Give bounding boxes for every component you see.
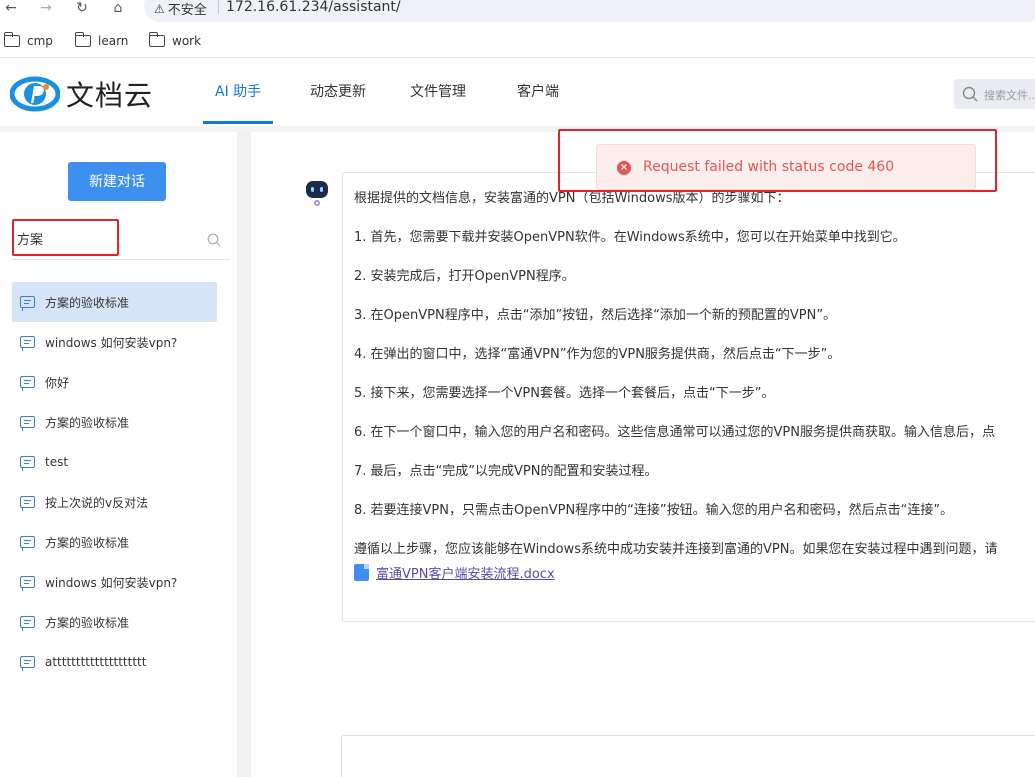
search-icon [962,86,978,102]
error-toast: × Request failed with status code 460 [596,144,976,190]
bookmarks-bar: cmp learn work [0,28,1035,58]
search-icon[interactable] [207,233,221,247]
conversation-title: test [45,455,69,469]
logo[interactable]: 文档云 [10,74,153,114]
conversation-search-input[interactable] [17,231,197,246]
reload-icon[interactable]: ↻ [73,0,91,16]
attachment-link[interactable]: 富通VPN客户端安装流程.docx [376,563,555,582]
security-label: 不安全 [167,3,207,18]
tab-client[interactable]: 客户端 [517,82,559,126]
attachment: 富通VPN客户端安装流程.docx [354,563,555,582]
conversation-title: 按上次说的v反对法 [45,495,149,510]
back-arrow-icon[interactable]: ← [2,0,20,16]
conversation-title: 方案的验收标准 [45,615,130,630]
header-search-input[interactable]: 搜索文件... [954,79,1035,109]
url-text[interactable]: 172.16.61.234/assistant/ [226,0,401,15]
search-placeholder: 搜索文件... [984,89,1035,102]
browser-address-bar: ← → ↻ ⌂ ⚠ 不安全 172.16.61.234/assistant/ [0,0,1035,22]
url-divider [218,0,219,14]
list-item[interactable]: windows 如何安装vpn? [12,322,217,362]
tab-updates[interactable]: 动态更新 [310,82,366,126]
new-chat-button[interactable]: 新建对话 [68,162,166,201]
robot-avatar-icon [306,181,328,206]
conversation-title: 方案的验收标准 [45,415,130,430]
bookmark-learn[interactable]: learn [74,32,129,48]
conversation-title: windows 如何安装vpn? [45,335,178,350]
folder-icon [148,32,165,47]
folder-icon [3,32,20,47]
conversation-list: 方案的验收标准 windows 如何安装vpn? 你好 方案的验收标准 test… [12,282,217,682]
answer-step: 6. 在下一个窗口中，输入您的用户名和密码。这些信息通常可以通过您的VPN服务提… [354,425,995,440]
list-item[interactable]: 按上次说的v反对法 [12,482,217,522]
answer-step: 7. 最后，点击“完成”以完成VPN的配置和安装过程。 [354,464,658,479]
assistant-answer-card: 根据提供的文档信息，安装富通的VPN（包括Windows版本）的步骤如下： 1.… [342,172,1035,622]
logo-text: 文档云 [66,79,154,112]
conversation-title: 方案的验收标准 [45,295,130,310]
chat-bubble-icon [20,616,35,631]
active-tab-indicator [203,121,273,124]
error-icon: × [617,161,631,175]
forward-arrow-icon[interactable]: → [37,0,55,16]
message-input[interactable] [341,735,1035,777]
answer-step: 2. 安装完成后，打开OpenVPN程序。 [354,269,575,284]
chat-bubble-icon [20,576,35,591]
bookmark-label: learn [98,34,129,48]
list-item[interactable]: test [12,442,217,482]
chat-bubble-icon [20,416,35,431]
tab-file-management[interactable]: 文件管理 [410,82,466,126]
conversation-search [12,220,230,260]
chat-bubble-icon [20,376,35,391]
answer-step: 3. 在OpenVPN程序中，点击“添加”按钮，然后选择“添加一个新的预配置的V… [354,308,837,323]
bookmark-work[interactable]: work [148,32,202,48]
chat-bubble-icon [20,536,35,551]
folder-icon [74,32,91,47]
warning-triangle-icon: ⚠ [154,1,165,16]
toast-message: Request failed with status code 460 [643,159,895,175]
list-item[interactable]: 方案的验收标准 [12,282,217,322]
sidebar: 新建对话 方案的验收标准 windows 如何安装vpn? 你好 方案的验收标准… [0,132,237,777]
bookmark-label: cmp [27,34,53,48]
answer-conclusion: 遵循以上步骤，您应该能够在Windows系统中成功安装并连接到富通的VPN。如果… [354,542,998,557]
chat-bubble-icon [20,456,35,471]
answer-step: 5. 接下来，您需要选择一个VPN套餐。选择一个套餐后，点击“下一步”。 [354,386,775,401]
answer-step: 8. 若要连接VPN，只需点击OpenVPN程序中的“连接”按钮。输入您的用户名… [354,503,954,518]
chat-bubble-icon [20,296,35,311]
sidebar-scrollbar[interactable] [237,132,251,777]
bookmark-cmp[interactable]: cmp [3,32,53,48]
logo-mark-icon [10,76,60,112]
conversation-title: 你好 [45,375,70,390]
list-item[interactable]: 方案的验收标准 [12,402,217,442]
answer-step: 1. 首先，您需要下载并安装OpenVPN软件。在Windows系统中，您可以在… [354,230,906,245]
home-icon[interactable]: ⌂ [109,0,127,16]
app-header: 文档云 AI 助手 动态更新 文件管理 客户端 搜索文件... [0,64,1035,126]
list-item[interactable]: windows 如何安装vpn? [12,562,217,602]
conversation-title: atttttttttttttttttttt [45,655,147,669]
security-indicator[interactable]: ⚠ 不安全 [154,0,207,19]
list-item[interactable]: atttttttttttttttttttt [12,642,217,682]
tab-ai-assistant[interactable]: AI 助手 [215,82,261,126]
list-item[interactable]: 你好 [12,362,217,402]
bookmark-label: work [172,34,202,48]
list-item[interactable]: 方案的验收标准 [12,522,217,562]
list-item[interactable]: 方案的验收标准 [12,602,217,642]
conversation-title: 方案的验收标准 [45,535,130,550]
answer-step: 4. 在弹出的窗口中，选择“富通VPN”作为您的VPN服务提供商，然后点击“下一… [354,347,841,362]
chat-bubble-icon [20,656,35,671]
chat-bubble-icon [20,496,35,511]
conversation-title: windows 如何安装vpn? [45,575,178,590]
chat-bubble-icon [20,336,35,351]
document-icon [354,564,369,581]
